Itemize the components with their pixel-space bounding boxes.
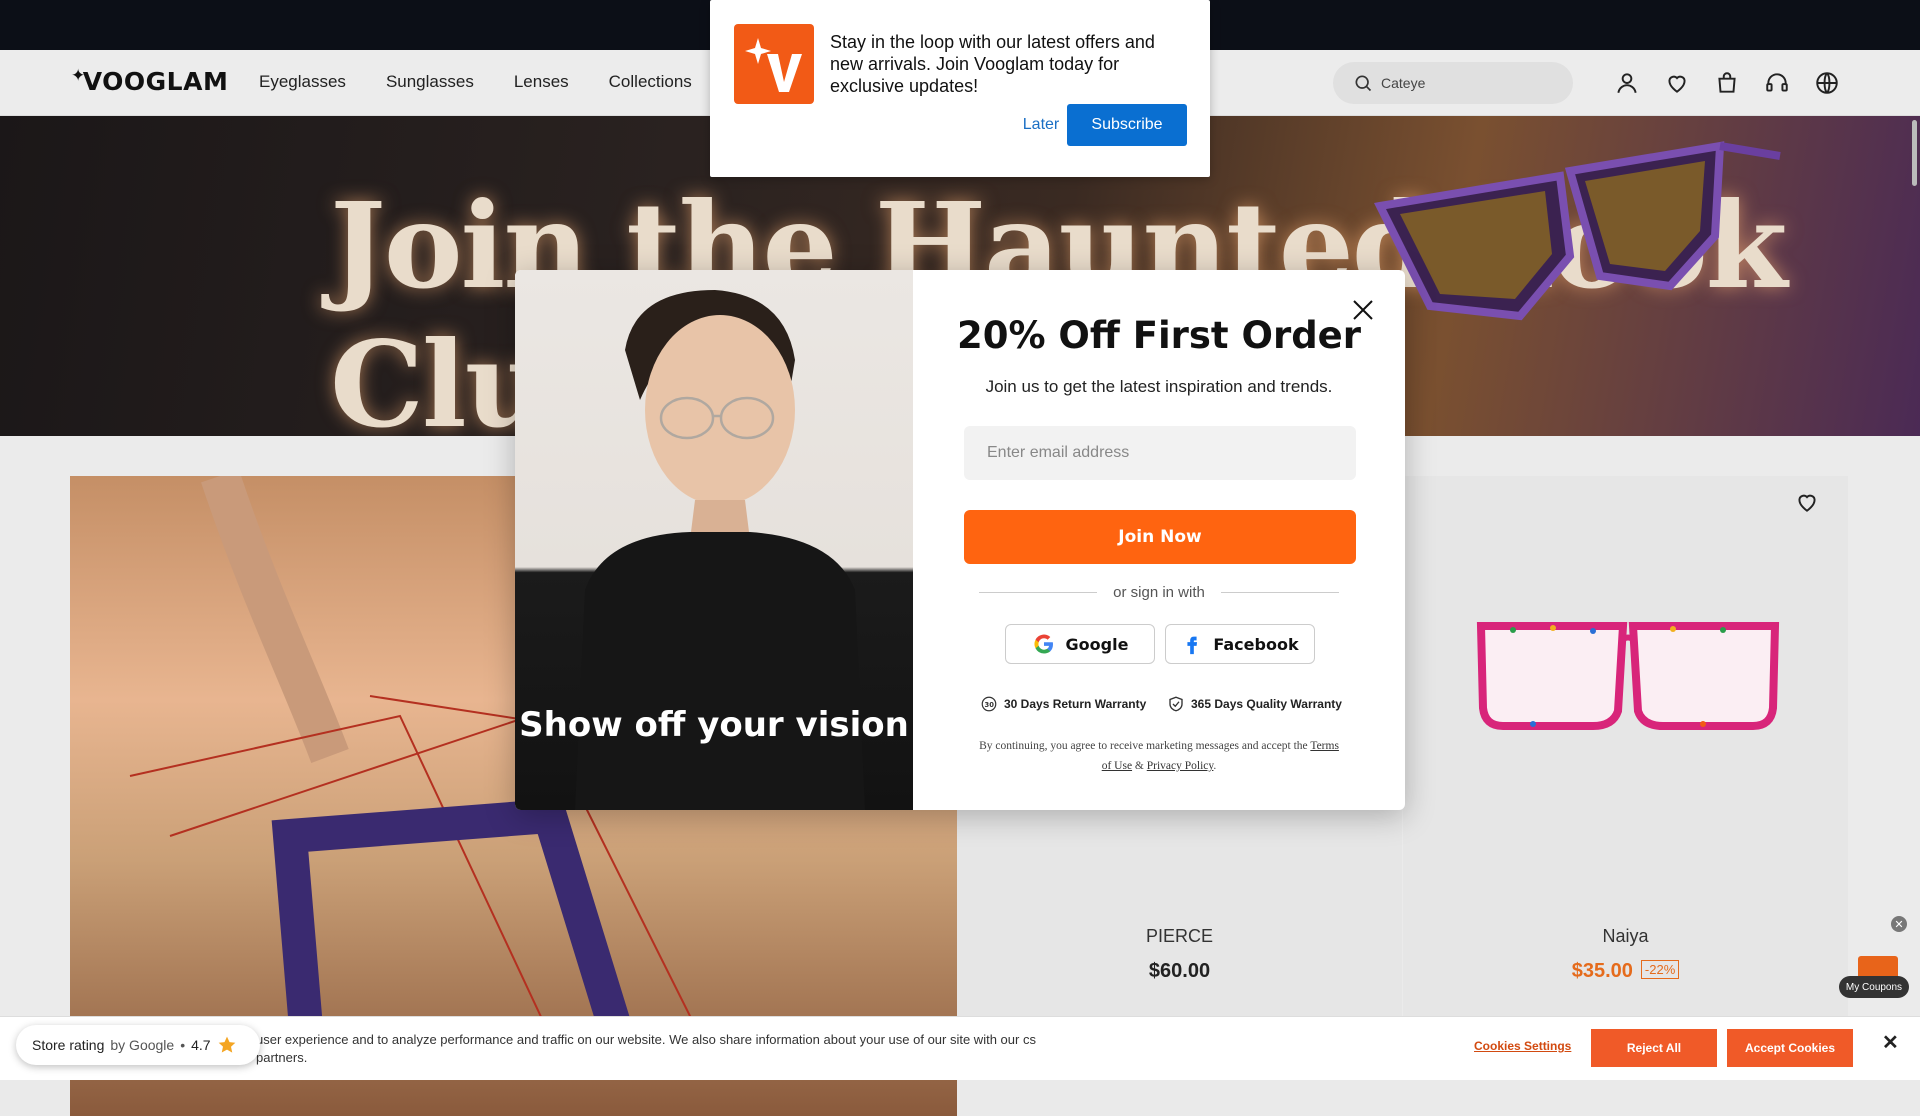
subscribe-button[interactable]: Subscribe	[1067, 104, 1187, 146]
wishlist-heart-icon[interactable]	[1664, 70, 1690, 96]
legal-notice: By continuing, you agree to receive mark…	[973, 736, 1345, 776]
modal-title: 20% Off First Order	[956, 314, 1362, 357]
facebook-icon	[1187, 636, 1198, 655]
shield-check-icon	[1169, 696, 1183, 712]
search-icon	[1355, 75, 1372, 92]
star-icon	[218, 1036, 235, 1053]
svg-text:30: 30	[985, 701, 995, 709]
support-headset-icon[interactable]	[1764, 70, 1790, 96]
nav-collections[interactable]: Collections	[609, 72, 692, 92]
product-image-naiya	[1476, 622, 1780, 730]
cookies-settings-link[interactable]: Cookies Settings	[1474, 1039, 1571, 1053]
page-scrollbar[interactable]	[1912, 120, 1917, 186]
nav-lenses[interactable]: Lenses	[514, 72, 569, 92]
google-store-rating-badge[interactable]: Store rating by Google • 4.7	[16, 1025, 260, 1065]
google-label: Google	[1065, 634, 1129, 654]
discount-badge: -22%	[1640, 960, 1680, 979]
quality-warranty-label: 365 Days Quality Warranty	[1191, 697, 1342, 711]
product-name: PIERCE	[1145, 926, 1214, 946]
hero-sunglasses-image	[1374, 141, 1781, 321]
signup-modal: Show off your vision 20% Off First Order…	[515, 270, 1405, 810]
vooglam-logo[interactable]: ✦VOOGLAM	[71, 66, 228, 96]
product-card-naiya[interactable]: Naiya $35.00 -22%	[1403, 476, 1848, 1036]
return-30-icon: 30	[981, 696, 997, 712]
modal-subtitle: Join us to get the latest inspiration an…	[985, 377, 1333, 396]
modal-model-photo: Show off your vision	[515, 270, 913, 810]
rating-separator: •	[180, 1037, 186, 1053]
product-name: Naiya	[1602, 926, 1649, 946]
return-warranty: 30 30 Days Return Warranty	[980, 695, 1146, 713]
rating-label: Store rating	[32, 1037, 105, 1053]
later-button[interactable]: Later	[1006, 104, 1076, 146]
nav-sunglasses[interactable]: Sunglasses	[386, 72, 474, 92]
reject-all-button[interactable]: Reject All	[1591, 1029, 1717, 1067]
notification-message: Stay in the loop with our latest offers …	[830, 32, 1155, 96]
facebook-sign-in-button[interactable]: Facebook	[1165, 624, 1315, 664]
legal-amp: &	[1134, 760, 1144, 772]
sale-price: $35.00	[1571, 960, 1633, 982]
header-icons	[1614, 70, 1840, 96]
cookie-close-button[interactable]: ✕	[1882, 1030, 1899, 1055]
nav-eyeglasses[interactable]: Eyeglasses	[259, 72, 346, 92]
product-price: $60.00	[1148, 960, 1211, 982]
cart-bag-icon[interactable]	[1714, 70, 1740, 96]
quality-warranty: 365 Days Quality Warranty	[1167, 695, 1342, 713]
cookie-text: user experience and to analyze performan…	[256, 1032, 1036, 1065]
legal-period: .	[1213, 760, 1217, 772]
or-divider: or sign in with	[979, 584, 1339, 601]
coupon-gift-icon[interactable]	[1858, 956, 1898, 978]
rating-value: 4.7	[191, 1037, 211, 1053]
favorite-heart-icon[interactable]	[1794, 489, 1820, 515]
modal-image-caption: Show off your vision	[519, 705, 909, 745]
email-field[interactable]	[964, 426, 1356, 480]
account-icon[interactable]	[1614, 70, 1640, 96]
rating-by-google: by Google	[110, 1037, 175, 1053]
join-now-button[interactable]: Join Now	[964, 510, 1356, 564]
modal-form-panel: 20% Off First Order Join us to get the l…	[913, 270, 1405, 810]
search-bar[interactable]: Cateye	[1333, 62, 1573, 104]
google-sign-in-button[interactable]: Google	[1005, 624, 1155, 664]
push-notification-prompt: Stay in the loop with our latest offers …	[710, 0, 1210, 177]
facebook-label: Facebook	[1213, 634, 1299, 654]
or-sign-in-text: or sign in with	[1113, 584, 1205, 601]
search-input[interactable]: Cateye	[1381, 75, 1425, 91]
main-nav: Eyeglasses Sunglasses Lenses Collections	[259, 72, 692, 92]
privacy-policy-link[interactable]: Privacy Policy	[1147, 760, 1214, 772]
return-warranty-label: 30 Days Return Warranty	[1004, 697, 1147, 711]
accept-cookies-button[interactable]: Accept Cookies	[1727, 1029, 1853, 1067]
close-coupons-icon[interactable]: ✕	[1891, 916, 1907, 932]
product-price: $35.00 -22%	[1403, 960, 1848, 983]
language-globe-icon[interactable]	[1814, 70, 1840, 96]
legal-text: By continuing, you agree to receive mark…	[979, 740, 1308, 752]
vooglam-app-icon	[734, 24, 814, 104]
my-coupons-button[interactable]: My Coupons	[1839, 976, 1909, 998]
google-icon	[1034, 634, 1053, 654]
